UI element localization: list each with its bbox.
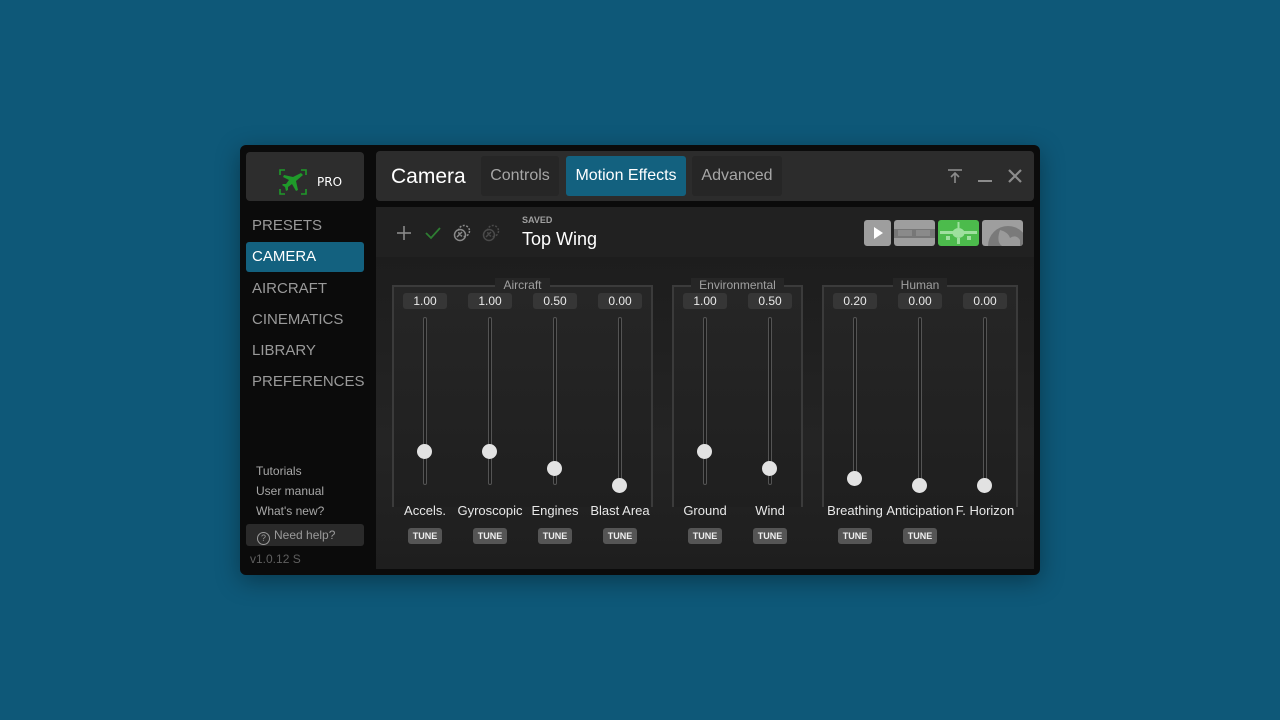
slider-thumb[interactable] [547,460,562,476]
minimize-icon[interactable] [975,166,995,186]
tune-button[interactable]: TUNE [538,528,572,544]
aircraft-front-icon [940,222,977,244]
slider-track[interactable] [853,317,857,485]
group-title-aircraft: Aircraft [495,278,550,292]
slider-label: Wind [755,503,785,518]
slider-thumb[interactable] [762,460,777,476]
tune-button[interactable]: TUNE [838,528,872,544]
preset-toolbar: SAVED Top Wing [376,207,1034,257]
slider-track[interactable] [768,317,772,485]
cockpit-view-icon [894,229,935,238]
header-bar: Camera Controls Motion Effects Advanced [376,151,1034,201]
group-title-environmental: Environmental [691,278,784,292]
user-manual-link[interactable]: User manual [256,481,324,501]
sidebar-item-aircraft[interactable]: AIRCRAFT [246,274,364,304]
slider-track[interactable] [918,317,922,485]
need-help-label: Need help? [274,528,336,542]
group-environmental: Environmental [672,278,803,507]
slider-value[interactable]: 1.00 [683,293,727,309]
slider-label: F. Horizon [955,503,1015,518]
motion-effects-panel: Aircraft Environmental Human 1.00 Accels.… [376,257,1034,569]
slider-thumb[interactable] [977,477,992,493]
globe-icon [988,226,1023,246]
sidebar-nav: PRESETS CAMERA AIRCRAFT CINEMATICS LIBRA… [246,211,365,399]
slider-track[interactable] [618,317,622,485]
group-aircraft: Aircraft [392,278,653,507]
sidebar-item-presets[interactable]: PRESETS [246,211,364,241]
sidebar-item-camera[interactable]: CAMERA [246,242,364,273]
play-button[interactable] [864,220,891,246]
tune-button[interactable]: TUNE [903,528,937,544]
pro-badge: PRO [317,175,343,189]
tune-button[interactable]: TUNE [408,528,442,544]
tune-button[interactable]: TUNE [688,528,722,544]
aircraft-view-button[interactable] [938,220,979,246]
cockpit-view-button[interactable] [894,220,935,246]
slider-thumb[interactable] [697,443,712,459]
main-panel: Camera Controls Motion Effects Advanced [376,151,1034,569]
unlink-icon[interactable] [481,223,501,243]
slider-track[interactable] [423,317,427,485]
slider-thumb[interactable] [612,477,627,493]
preset-name: Top Wing [522,229,598,249]
slider-value[interactable]: 0.00 [598,293,642,309]
save-status: SAVED [522,215,553,225]
world-view-button[interactable] [982,220,1023,246]
slider-track[interactable] [703,317,707,485]
sidebar-item-preferences[interactable]: PREFERENCES [246,367,365,397]
logo[interactable]: PRO [246,152,364,201]
slider-track[interactable] [983,317,987,485]
app-window: PRO PRESETS CAMERA AIRCRAFT CINEMATICS L… [240,145,1040,575]
slider-value[interactable]: 0.20 [833,293,877,309]
whats-new-link[interactable]: What's new? [256,501,324,521]
sidebar-item-library[interactable]: LIBRARY [246,336,364,366]
slider-value[interactable]: 1.00 [403,293,447,309]
slider-label: Blast Area [590,503,650,518]
slider-thumb[interactable] [847,470,862,486]
tab-advanced[interactable]: Advanced [692,156,782,196]
tune-button[interactable]: TUNE [753,528,787,544]
tune-button[interactable]: TUNE [473,528,507,544]
tab-motion-effects[interactable]: Motion Effects [566,156,686,196]
group-title-human: Human [892,278,948,292]
tune-button[interactable]: TUNE [603,528,637,544]
sidebar-item-cinematics[interactable]: CINEMATICS [246,305,364,335]
airplane-target-icon [279,169,307,195]
sidebar: PRO PRESETS CAMERA AIRCRAFT CINEMATICS L… [240,145,370,575]
close-icon[interactable] [1005,166,1025,186]
need-help-button[interactable]: ? Need help? [246,524,364,546]
pin-top-icon[interactable] [945,166,965,186]
tab-controls[interactable]: Controls [481,156,559,196]
slider-value[interactable]: 0.00 [898,293,942,309]
check-icon[interactable] [423,223,443,243]
play-icon [874,227,883,239]
slider-thumb[interactable] [482,443,497,459]
add-icon[interactable] [394,223,414,243]
slider-track[interactable] [553,317,557,485]
slider-thumb[interactable] [417,443,432,459]
version-label: v1.0.12 S [250,552,301,566]
slider-value[interactable]: 1.00 [468,293,512,309]
link-icon[interactable] [452,223,472,243]
question-circle-icon: ? [257,532,270,545]
slider-value[interactable]: 0.00 [963,293,1007,309]
help-links: Tutorials User manual What's new? [256,461,324,521]
slider-thumb[interactable] [912,477,927,493]
slider-track[interactable] [488,317,492,485]
page-title: Camera [391,165,466,188]
slider-value[interactable]: 0.50 [748,293,792,309]
slider-value[interactable]: 0.50 [533,293,577,309]
tutorials-link[interactable]: Tutorials [256,461,324,481]
